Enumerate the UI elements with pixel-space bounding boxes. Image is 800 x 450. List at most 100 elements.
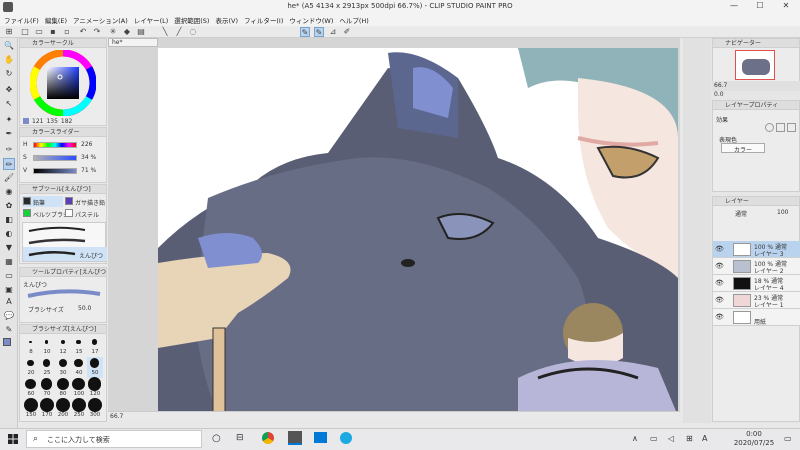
brush-size-cell[interactable]: 200 [55, 398, 71, 420]
subtool-group-button[interactable]: 鉛筆 [22, 196, 63, 207]
brush-size-cell[interactable]: 10 [39, 336, 55, 357]
tone-effect-icon[interactable] [776, 123, 785, 132]
mail-icon[interactable] [314, 432, 327, 443]
pencil-icon[interactable]: ✏ [3, 158, 15, 170]
brush-size-cell[interactable]: 50 [87, 357, 103, 378]
brush-size-value[interactable]: 50.0 [78, 305, 91, 312]
eye-icon[interactable]: 👁 [715, 279, 724, 287]
brush-size-cell[interactable]: 30 [55, 357, 71, 378]
chrome-icon[interactable] [262, 432, 274, 444]
slider-value[interactable]: 71 % [81, 167, 96, 174]
brush-size-cell[interactable]: 60 [23, 378, 39, 399]
navigator-angle[interactable]: 0.0 [714, 91, 724, 98]
brush-size-cell[interactable]: 17 [87, 336, 103, 357]
menu-item[interactable]: ファイル(F) [4, 15, 39, 25]
eye-icon[interactable]: 👁 [715, 296, 724, 304]
clock-time[interactable]: 0:00 [734, 430, 774, 438]
expression-select[interactable]: カラー [721, 143, 765, 154]
save-icon[interactable]: ▪ [48, 27, 58, 37]
subtool-group-button[interactable]: パステル [64, 208, 105, 219]
new-file-icon[interactable]: □ [20, 27, 30, 37]
navigator-preview[interactable] [735, 50, 775, 80]
brush-size-cell[interactable]: 300 [87, 398, 103, 420]
main-color-swatch[interactable] [3, 338, 11, 346]
magic-wand-icon[interactable]: ✦ [3, 114, 15, 126]
navigator-zoom[interactable]: 66.7 [714, 82, 727, 89]
figure-icon[interactable]: ▭ [3, 270, 15, 282]
layer-row[interactable]: 👁 23 % 通常 レイヤー 1 [713, 292, 800, 309]
magnify-icon[interactable]: 🔍 [3, 40, 15, 52]
ime-mode-icon[interactable]: ⊞ [686, 434, 693, 443]
maximize-button[interactable]: ☐ [748, 1, 772, 13]
decoration-icon[interactable]: ✿ [3, 200, 15, 212]
menu-item[interactable]: ヘルプ(H) [339, 15, 368, 25]
task-view-icon[interactable]: ⊟ [236, 433, 244, 443]
layer-row-selected[interactable]: 👁 100 % 通常 レイヤー 3 [713, 241, 800, 258]
brush-size-cell[interactable]: 80 [55, 378, 71, 399]
frame-icon[interactable]: ▣ [3, 284, 15, 296]
volume-icon[interactable]: ◁ [668, 434, 674, 443]
redo-icon[interactable]: ↷ [92, 27, 102, 37]
menu-item[interactable]: レイヤー(L) [134, 15, 169, 25]
menu-item[interactable]: アニメーション(A) [73, 15, 128, 25]
close-button[interactable]: ✕ [774, 1, 798, 13]
slider-track[interactable] [33, 168, 77, 174]
brush-size-cell[interactable]: 12 [55, 336, 71, 357]
layer-row[interactable]: 👁 用紙 [713, 309, 800, 326]
slider-value[interactable]: 226 [81, 141, 92, 148]
canvas-zoom[interactable]: 66.7 [110, 413, 123, 420]
fill-bucket-icon[interactable]: ▼ [3, 242, 15, 254]
color-wheel[interactable] [30, 50, 96, 116]
artwork-canvas[interactable] [158, 48, 678, 416]
snap-ruler-active-icon[interactable]: ✎ [300, 27, 310, 37]
brush-size-cell[interactable]: 120 [87, 377, 103, 399]
perspective-icon[interactable]: ⊿ [328, 27, 338, 37]
app-menu-icon[interactable]: ⊞ [4, 27, 14, 37]
brush-size-cell[interactable]: 8 [23, 336, 39, 357]
balloon-icon[interactable]: 💬 [3, 310, 15, 322]
notification-icon[interactable]: ▭ [784, 434, 792, 443]
brush-size-cell[interactable]: 40 [71, 357, 87, 378]
slider-value[interactable]: 34 % [81, 154, 96, 161]
layer-row[interactable]: 👁 18 % 通常 レイヤー 4 [713, 275, 800, 292]
menu-item[interactable]: 表示(V) [215, 15, 238, 25]
correct-line-icon[interactable]: ✎ [3, 324, 15, 336]
document-tab[interactable]: he* [108, 38, 158, 47]
slider-track[interactable] [33, 142, 77, 148]
network-icon[interactable]: ▭ [650, 434, 658, 443]
clip-studio-taskbar-icon[interactable] [288, 431, 302, 445]
cortana-icon[interactable]: ○ [212, 433, 221, 444]
snap-guide-active-icon[interactable]: ✎ [314, 27, 324, 37]
undo-icon[interactable]: ↶ [78, 27, 88, 37]
hand-icon[interactable]: ✋ [3, 54, 15, 66]
menu-item[interactable]: フィルター(I) [244, 15, 283, 25]
brush-size-cell[interactable]: 150 [23, 398, 39, 420]
layer-row[interactable]: 👁 100 % 通常 レイヤー 2 [713, 258, 800, 275]
stamp-icon[interactable]: ▤ [136, 27, 146, 37]
airbrush-icon[interactable]: ◉ [3, 186, 15, 198]
blend-icon[interactable]: ◐ [3, 228, 15, 240]
blend-mode-select[interactable]: 通常 [735, 209, 747, 218]
eye-icon[interactable]: 👁 [715, 313, 724, 321]
select-icon[interactable]: ↖ [3, 98, 15, 110]
brush-size-cell[interactable]: 25 [39, 357, 55, 378]
tray-chevron-icon[interactable]: ∧ [632, 434, 638, 443]
pen-icon[interactable]: ✑ [3, 144, 15, 156]
gradient-icon[interactable]: ▦ [3, 256, 15, 268]
open-file-icon[interactable]: ▭ [34, 27, 44, 37]
ime-indicator[interactable]: A [702, 434, 707, 443]
clock-date[interactable]: 2020/07/25 [730, 439, 778, 447]
app-icon-taskbar[interactable] [340, 432, 352, 444]
print-icon[interactable]: ▫ [62, 27, 72, 37]
brush-size-cell[interactable]: 170 [39, 398, 55, 420]
snap-grid-icon[interactable]: ╱ [174, 27, 184, 37]
eyedropper-icon[interactable]: ✒ [3, 128, 15, 140]
brush-size-cell[interactable]: 15 [71, 336, 87, 357]
text-icon[interactable]: A [3, 296, 15, 308]
brush-size-cell[interactable]: 70 [39, 378, 55, 399]
brush-item[interactable] [23, 223, 107, 235]
eraser-icon[interactable]: ◧ [3, 214, 15, 226]
edit-icon[interactable]: ✐ [342, 27, 352, 37]
brush-size-cell[interactable]: 20 [23, 357, 39, 378]
brush-size-cell[interactable]: 100 [71, 377, 87, 399]
